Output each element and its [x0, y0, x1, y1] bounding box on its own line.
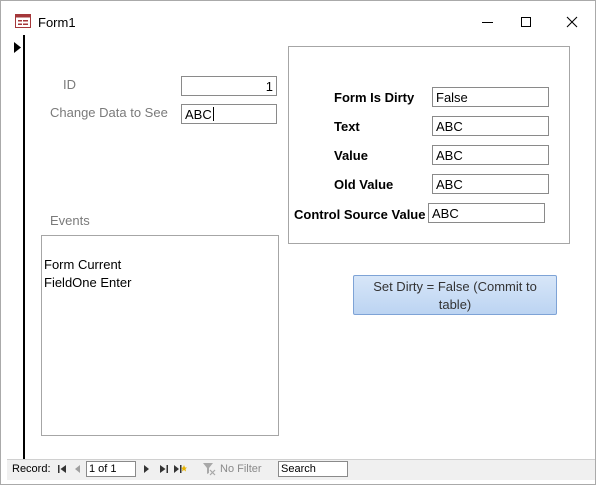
minimize-icon: [482, 22, 493, 23]
form-is-dirty-field[interactable]: False: [432, 87, 549, 107]
text-label: Text: [334, 119, 360, 134]
change-data-value: ABC: [185, 107, 212, 122]
text-field[interactable]: ABC: [432, 116, 549, 136]
value-label: Value: [334, 148, 368, 163]
last-record-icon[interactable]: [159, 464, 168, 474]
record-label: Record:: [12, 463, 51, 475]
events-label: Events: [50, 213, 90, 228]
previous-record-icon[interactable]: [74, 464, 81, 474]
event-entry: Form Current: [44, 257, 122, 272]
control-source-value-label: Control Source Value: [294, 207, 426, 222]
current-record-field[interactable]: 1 of 1: [86, 461, 136, 477]
set-dirty-button-label-continued: table): [438, 297, 472, 312]
form-window: Form1 ID 1 Change Data to See ABC Events…: [0, 0, 596, 485]
control-source-value-field[interactable]: ABC: [428, 203, 545, 223]
next-record-icon[interactable]: [143, 464, 150, 474]
event-entry: FieldOne Enter: [44, 275, 132, 290]
minimize-button[interactable]: [468, 7, 508, 35]
events-list[interactable]: Form Current FieldOne Enter: [41, 235, 279, 436]
text-cursor: [212, 107, 214, 121]
window-title: Form1: [38, 15, 76, 30]
first-record-icon[interactable]: [58, 464, 67, 474]
search-input[interactable]: Search: [278, 461, 348, 477]
new-record-icon[interactable]: [173, 464, 187, 474]
set-dirty-button-label: Set Dirty = False (Commit to: [373, 279, 537, 294]
value-field[interactable]: ABC: [432, 145, 549, 165]
filter-icon: [203, 463, 216, 476]
set-dirty-false-button[interactable]: Set Dirty = False (Commit to table): [353, 275, 557, 315]
maximize-button[interactable]: [506, 7, 546, 35]
record-navigation-bar: Record: 1 of 1 No Filter Search: [7, 459, 595, 480]
title-bar: Form1: [1, 1, 595, 35]
record-selector[interactable]: [7, 35, 23, 459]
id-label: ID: [63, 77, 76, 92]
old-value-field[interactable]: ABC: [432, 174, 549, 194]
old-value-label: Old Value: [334, 177, 394, 192]
record-selector-border: [23, 35, 25, 459]
maximize-icon: [521, 17, 531, 27]
change-data-field[interactable]: ABC: [181, 104, 277, 124]
current-record-icon: [14, 42, 21, 53]
close-icon: [566, 16, 578, 28]
no-filter-button[interactable]: No Filter: [220, 463, 262, 475]
form-is-dirty-label: Form Is Dirty: [334, 90, 415, 105]
close-button[interactable]: [552, 7, 592, 35]
change-data-label: Change Data to See: [50, 105, 168, 120]
form-icon: [15, 14, 31, 28]
id-field[interactable]: 1: [181, 76, 277, 96]
